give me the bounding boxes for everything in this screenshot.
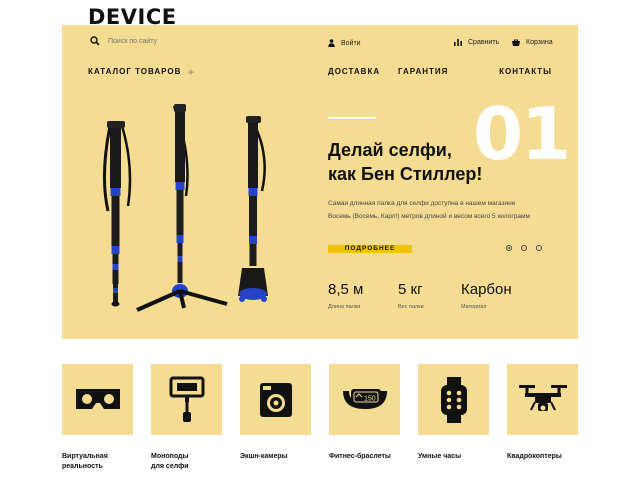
category-smart-watches-label: Умные часы xyxy=(418,452,508,462)
slider-dot-3[interactable] xyxy=(536,245,542,251)
compare-icon xyxy=(454,39,462,46)
category-quadcopters-tile xyxy=(507,364,578,435)
slide-description-line-1: Самая длинная палка для селфи доступна в… xyxy=(328,200,516,207)
spec-weight: 5 кг Вес палки xyxy=(398,281,424,310)
spec-length: 8,5 м Длина палки xyxy=(328,281,363,310)
spec-length-value: 8,5 м xyxy=(328,281,364,298)
category-monopods-label-line-1: Моноподы xyxy=(151,453,189,460)
category-fitness-bands-label: Фитнес-браслеты xyxy=(329,452,419,462)
category-vr-label-line-1: Виртуальная xyxy=(62,453,108,460)
category-monopods-label-line-2: для селфи xyxy=(151,463,189,470)
nav-contacts[interactable]: КОНТАКТЫ xyxy=(499,67,552,76)
category-smart-watches-label-line-1: Умные часы xyxy=(418,453,462,460)
fitness-band-icon: 150 xyxy=(342,388,387,409)
category-action-cameras-label: Экшн-камеры xyxy=(240,452,330,462)
category-vr-tile xyxy=(62,364,133,435)
slide-description: Самая длинная палка для селфи доступна в… xyxy=(328,197,558,223)
category-monopods[interactable]: Моноподы для селфи xyxy=(151,364,222,470)
category-smart-watches[interactable]: Умные часы xyxy=(418,364,489,460)
monopod-middle xyxy=(136,104,228,312)
login-label: Войти xyxy=(341,39,361,47)
title-divider xyxy=(328,117,376,119)
spec-weight-value: 5 кг xyxy=(398,281,423,298)
cart-label: Корзина xyxy=(526,39,553,46)
spec-length-label: Длина палки xyxy=(328,304,361,310)
spec-material-label: Материал xyxy=(461,304,487,310)
category-monopods-label: Моноподы для селфи xyxy=(151,452,241,472)
search-form xyxy=(90,36,218,46)
search-icon[interactable] xyxy=(90,36,100,46)
spec-weight-label: Вес палки xyxy=(398,304,424,310)
category-quadcopters-label-line-1: Квадрокоптеры xyxy=(507,453,562,460)
nav-catalog-label: КАТАЛОГ ТОВАРОВ xyxy=(88,67,182,76)
nav-delivery[interactable]: ДОСТАВКА xyxy=(328,67,380,76)
nav-catalog[interactable]: КАТАЛОГ ТОВАРОВ + xyxy=(88,64,196,79)
more-button[interactable]: ПОДРОБНЕЕ xyxy=(328,245,412,253)
category-vr-label: Виртуальная реальность xyxy=(62,452,152,472)
slide-description-line-2: Восемь (Восемь, Карл!) метров длиной и в… xyxy=(328,213,530,220)
category-fitness-bands-tile: 150 xyxy=(329,364,400,435)
category-vr-label-line-2: реальность xyxy=(62,463,103,470)
spec-material-value: Карбон xyxy=(461,281,512,298)
category-fitness-bands[interactable]: 150 Фитнес-браслеты xyxy=(329,364,400,460)
slide-title-line-2: как Бен Стиллер! xyxy=(328,164,483,184)
category-action-cameras-label-line-1: Экшн-камеры xyxy=(240,453,288,460)
fitness-band-display: 150 xyxy=(364,395,376,402)
nav-guarantee[interactable]: ГАРАНТИЯ xyxy=(398,67,448,76)
category-action-cameras-tile xyxy=(240,364,311,435)
category-monopods-tile xyxy=(151,364,222,435)
selfie-stick-icon xyxy=(169,376,204,422)
compare-label: Сравнить xyxy=(468,39,500,46)
login-link[interactable]: Войти xyxy=(328,39,361,47)
spec-material: Карбон Материал xyxy=(461,281,512,310)
slider-dots xyxy=(506,245,542,251)
cart-icon xyxy=(512,39,520,46)
main-nav: КАТАЛОГ ТОВАРОВ + ДОСТАВКА ГАРАНТИЯ КОНТ… xyxy=(88,64,552,79)
category-quadcopters-label: Квадрокоптеры xyxy=(507,452,597,462)
slider-dot-2[interactable] xyxy=(521,245,527,251)
category-action-cameras[interactable]: Экшн-камеры xyxy=(240,364,311,460)
top-bar: Войти Сравнить Корзина xyxy=(62,36,578,52)
monopod-product-image xyxy=(102,104,268,312)
slider-dot-1[interactable] xyxy=(506,245,512,251)
vr-headset-icon xyxy=(75,388,120,409)
user-icon xyxy=(328,39,335,47)
cart-link[interactable]: Корзина xyxy=(512,39,553,46)
logo[interactable]: DEVICE xyxy=(88,5,177,29)
plus-icon: + xyxy=(187,64,196,79)
category-smart-watches-tile xyxy=(418,364,489,435)
action-camera-icon xyxy=(259,382,292,417)
monopod-right xyxy=(238,116,268,302)
category-quadcopters[interactable]: Квадрокоптеры xyxy=(507,364,578,460)
search-input[interactable] xyxy=(108,37,218,45)
slide-title-line-1: Делай селфи, xyxy=(328,140,452,160)
monopod-left xyxy=(102,121,132,307)
quadcopter-icon xyxy=(518,384,567,411)
category-vr[interactable]: Виртуальная реальность xyxy=(62,364,133,470)
category-fitness-bands-label-line-1: Фитнес-браслеты xyxy=(329,453,391,460)
page: DEVICE Войти Сравнить xyxy=(0,0,640,480)
slide-title: Делай селфи, как Бен Стиллер! xyxy=(328,138,558,186)
smart-watch-icon xyxy=(440,376,467,423)
compare-link[interactable]: Сравнить xyxy=(454,39,499,46)
